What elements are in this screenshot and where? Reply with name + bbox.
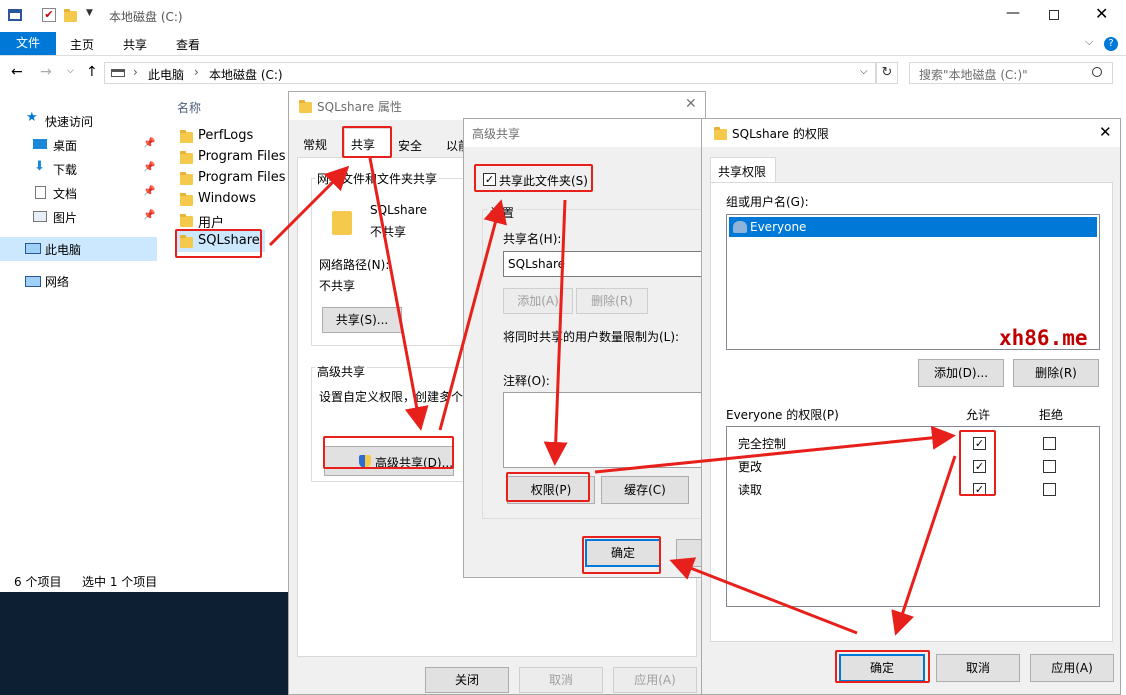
arrow-ok-to-adv-ok: [669, 557, 858, 635]
arrow-checkbox-to-permissions: [543, 199, 568, 466]
arrow-folder-to-sharing-tab: [268, 165, 350, 247]
arrow-permissions-to-allow: [594, 425, 956, 474]
arrow-allow-to-ok: [891, 455, 957, 636]
annotation-arrows: [268, 157, 957, 636]
arrow-advanced-to-checkbox: [438, 199, 507, 431]
red-arrows: [268, 157, 957, 636]
arrow-sharing-tab-to-advanced: [368, 157, 429, 431]
